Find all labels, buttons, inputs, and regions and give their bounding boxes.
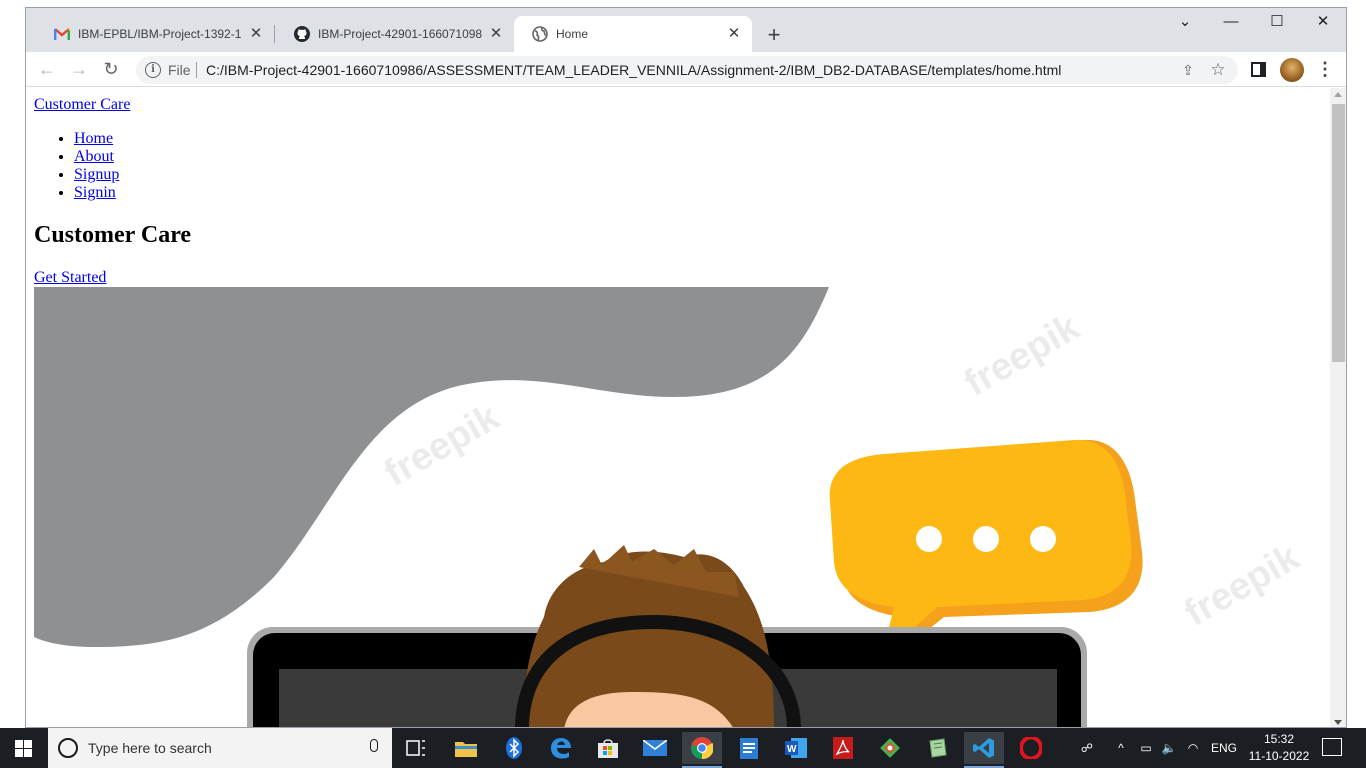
file-explorer-icon[interactable] bbox=[446, 732, 486, 764]
bluetooth-icon[interactable] bbox=[494, 732, 534, 764]
mail-icon[interactable] bbox=[635, 732, 675, 764]
svg-text:W: W bbox=[787, 744, 797, 755]
microphone-icon[interactable] bbox=[370, 739, 378, 752]
volume-icon[interactable]: 🔈 bbox=[1158, 728, 1180, 768]
tab-title: IBM-Project-42901-1660710986/ bbox=[318, 27, 482, 41]
back-arrow-icon[interactable]: ← bbox=[34, 57, 60, 83]
taskbar-clock[interactable]: 15:32 11-10-2022 bbox=[1248, 731, 1310, 765]
svg-text:freepik: freepik bbox=[958, 306, 1088, 405]
url-text[interactable]: C:/IBM-Project-42901-1660710986/ASSESSME… bbox=[206, 62, 1061, 78]
nav-list: Home About Signup Signin bbox=[74, 130, 119, 202]
address-divider bbox=[196, 62, 197, 78]
gmail-icon bbox=[54, 26, 70, 42]
vscode-icon[interactable] bbox=[964, 732, 1004, 768]
clock-time: 15:32 bbox=[1263, 732, 1295, 746]
nav-link-about[interactable]: About bbox=[74, 148, 114, 165]
scroll-down-icon[interactable] bbox=[1334, 720, 1342, 725]
tab-close-icon[interactable]: ✕ bbox=[726, 26, 742, 42]
nav-item: Signup bbox=[74, 166, 119, 184]
wifi-icon[interactable]: ◠ bbox=[1182, 728, 1204, 768]
tab-close-icon[interactable]: ✕ bbox=[248, 26, 264, 42]
tab-strip: IBM-EPBL/IBM-Project-1392-165 ✕ IBM-Proj… bbox=[26, 8, 1346, 52]
tray-overflow-chevron-icon[interactable]: ^ bbox=[1110, 728, 1132, 768]
tab-title: IBM-EPBL/IBM-Project-1392-165 bbox=[78, 27, 242, 41]
page-viewport: Customer Care Home About Signup Signin C… bbox=[26, 88, 1330, 727]
word-icon[interactable]: W bbox=[776, 732, 816, 764]
store-icon[interactable] bbox=[588, 732, 628, 764]
language-indicator[interactable]: ENG bbox=[1208, 728, 1240, 768]
minimize-button[interactable]: — bbox=[1208, 8, 1254, 38]
tab-gmail[interactable]: IBM-EPBL/IBM-Project-1392-165 ✕ bbox=[36, 16, 274, 52]
tab-separator bbox=[274, 25, 275, 43]
opera-icon[interactable] bbox=[1011, 732, 1051, 764]
agent-character bbox=[515, 545, 801, 727]
people-icon[interactable]: ☍ bbox=[1074, 728, 1100, 768]
browser-toolbar: ← → ↻ i File C:/IBM-Project-42901-166071… bbox=[26, 52, 1346, 87]
side-panel-icon[interactable] bbox=[1251, 62, 1266, 77]
profile-avatar[interactable] bbox=[1280, 58, 1304, 82]
brand-link[interactable]: Customer Care bbox=[34, 96, 130, 114]
clock-date: 11-10-2022 bbox=[1248, 749, 1310, 763]
forward-arrow-icon[interactable]: → bbox=[66, 57, 92, 83]
nav-item: Home bbox=[74, 130, 119, 148]
git-icon[interactable] bbox=[870, 732, 910, 764]
desktop-background-left bbox=[0, 0, 26, 728]
acrobat-icon[interactable] bbox=[823, 732, 863, 764]
taskbar-search-box[interactable]: Type here to search bbox=[48, 728, 392, 768]
taskbar: Type here to search W ☍ ^ ▭ � bbox=[0, 728, 1366, 768]
windows-start-icon[interactable] bbox=[0, 728, 48, 768]
get-started-link[interactable]: Get Started bbox=[34, 269, 106, 287]
scroll-up-icon[interactable] bbox=[1334, 92, 1342, 97]
tab-home[interactable]: Home ✕ bbox=[514, 16, 752, 52]
notepad-plus-icon[interactable] bbox=[917, 732, 957, 764]
maximize-button[interactable]: ☐ bbox=[1254, 8, 1300, 38]
task-view-icon[interactable] bbox=[396, 732, 436, 764]
speech-bubble bbox=[829, 439, 1143, 657]
bookmark-star-icon[interactable]: ☆ bbox=[1208, 60, 1228, 80]
edge-browser-icon[interactable] bbox=[541, 732, 581, 764]
info-icon[interactable]: i bbox=[145, 62, 161, 78]
notifications-icon[interactable] bbox=[1322, 738, 1342, 756]
chrome-icon[interactable] bbox=[682, 732, 722, 768]
page-heading: Customer Care bbox=[34, 222, 192, 248]
tab-search-chevron-icon[interactable]: ⌄ bbox=[1162, 8, 1208, 38]
tab-close-icon[interactable]: ✕ bbox=[488, 26, 504, 42]
reload-icon[interactable]: ↻ bbox=[98, 57, 124, 83]
address-bar[interactable]: i File C:/IBM-Project-42901-1660710986/A… bbox=[136, 56, 1238, 84]
tab-github[interactable]: IBM-Project-42901-1660710986/ ✕ bbox=[276, 16, 514, 52]
nav-link-signin[interactable]: Signin bbox=[74, 184, 116, 201]
browser-window: IBM-EPBL/IBM-Project-1392-165 ✕ IBM-Proj… bbox=[25, 7, 1347, 728]
scroll-thumb[interactable] bbox=[1332, 104, 1345, 362]
notepad-icon[interactable] bbox=[729, 732, 769, 764]
share-icon[interactable]: ⇪ bbox=[1178, 60, 1198, 80]
nav-item: About bbox=[74, 148, 119, 166]
vertical-scrollbar[interactable] bbox=[1330, 88, 1346, 727]
nav-link-home[interactable]: Home bbox=[74, 130, 113, 147]
battery-icon[interactable]: ▭ bbox=[1134, 728, 1158, 768]
cortana-icon bbox=[58, 738, 78, 758]
github-icon bbox=[294, 26, 310, 42]
hero-illustration: freepik freepik freepik freepik bbox=[34, 287, 1308, 727]
svg-text:freepik: freepik bbox=[1178, 536, 1308, 635]
nav-link-signup[interactable]: Signup bbox=[74, 166, 119, 183]
desktop-background-right bbox=[1346, 0, 1366, 728]
scheme-label: File bbox=[168, 62, 191, 78]
globe-icon bbox=[532, 26, 548, 42]
new-tab-button[interactable]: + bbox=[760, 22, 788, 50]
menu-kebab-icon[interactable]: ⋮ bbox=[1316, 58, 1334, 82]
search-placeholder: Type here to search bbox=[88, 740, 212, 756]
close-window-button[interactable]: ✕ bbox=[1300, 8, 1346, 38]
nav-item: Signin bbox=[74, 184, 119, 202]
tab-title: Home bbox=[556, 27, 589, 41]
